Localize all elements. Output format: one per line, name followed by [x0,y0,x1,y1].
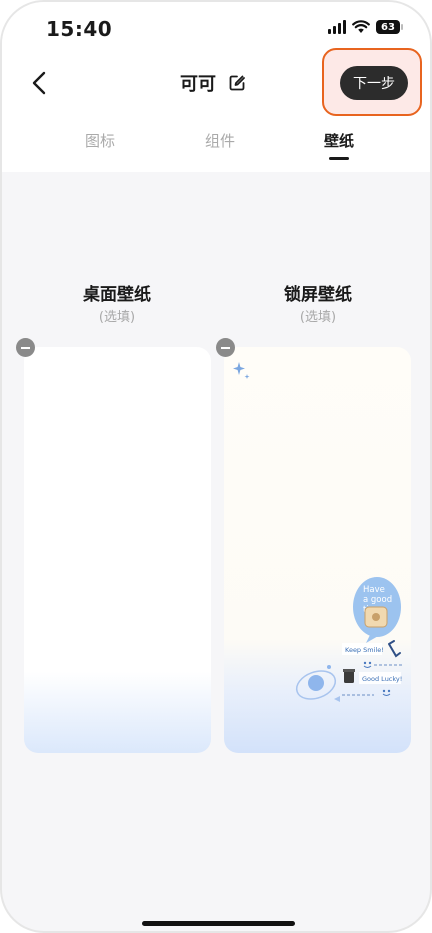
remove-lock-wallpaper-button[interactable] [216,338,235,357]
next-step-button[interactable]: 下一步 [340,66,408,100]
back-button[interactable] [24,66,54,100]
signal-icon [328,20,346,34]
tab-wallpaper[interactable]: 壁纸 [324,130,354,151]
remove-desktop-wallpaper-button[interactable] [16,338,35,357]
sticker-good-lucky: Good Lucky! [362,675,402,683]
lock-wallpaper-title: 锁屏壁纸 [284,285,352,305]
chevron-left-icon [32,71,46,95]
tab-widgets[interactable]: 组件 [205,130,235,151]
page-title: 可可 [180,74,216,95]
lock-wallpaper-illustration: Have a good time Keep Smile! Good Lucky! [295,577,402,702]
bubble-line-2: a good [363,595,392,605]
status-time: 15:40 [46,17,113,41]
lock-wallpaper-card[interactable]: Have a good time Keep Smile! Good Lucky! [224,347,411,753]
edit-icon[interactable] [228,74,246,92]
status-icons: 63 [328,20,403,34]
bubble-line-1: Have [363,585,385,595]
home-indicator[interactable] [142,921,295,926]
minus-icon [21,346,30,349]
desktop-wallpaper-title: 桌面壁纸 [83,285,151,305]
phone-screen: 15:40 63 可可 下一步 图标 组件 壁纸 桌面壁纸 (选填) 锁屏壁纸 … [0,0,432,933]
tab-active-indicator [329,157,349,160]
wifi-icon [352,20,370,33]
tab-bar: 图标 组件 壁纸 [2,130,430,164]
title-group: 可可 [180,70,246,96]
battery-icon: 63 [376,20,403,34]
desktop-wallpaper-subtitle: (选填) [98,310,136,325]
tab-icons[interactable]: 图标 [85,130,115,151]
sticker-keep-smile: Keep Smile! [345,646,384,654]
lock-wallpaper-subtitle: (选填) [299,310,337,325]
desktop-wallpaper-card[interactable] [24,347,211,753]
minus-icon [221,346,230,349]
